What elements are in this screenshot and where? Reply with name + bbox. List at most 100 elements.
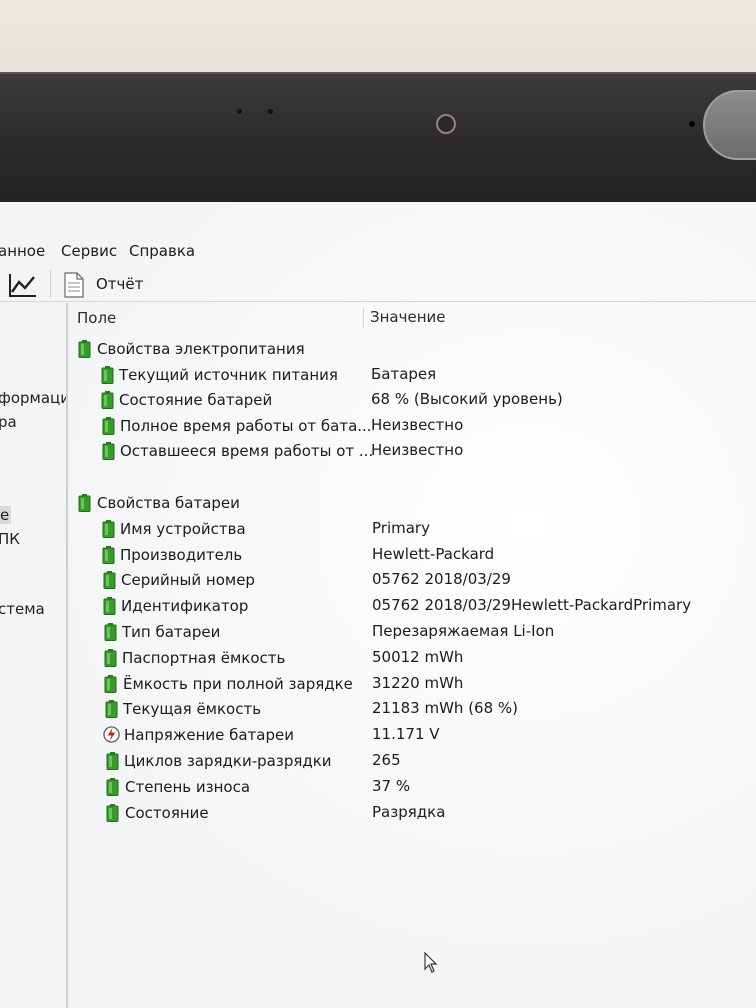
property-name: Производитель (120, 545, 243, 564)
group-title: Свойства электропитания (97, 340, 305, 358)
battery-icon (104, 674, 117, 693)
property-value: Неизвестно (371, 415, 464, 434)
group-header[interactable]: Свойства батареи (72, 491, 756, 515)
mouse-cursor-icon (424, 952, 438, 973)
property-value: 50012 mWh (372, 647, 464, 666)
column-value-header[interactable]: Значение (370, 308, 446, 326)
battery-icon (103, 571, 116, 590)
property-name: Имя устройства (120, 519, 246, 538)
property-value: Hewlett-Packard (372, 544, 495, 563)
toolbar-separator (50, 270, 51, 298)
battery-icon (101, 391, 114, 409)
nav-item-system[interactable]: стема (0, 600, 45, 618)
property-list: Поле Значение Свойства электропитания Тек… (72, 306, 756, 1006)
property-row[interactable]: Состояние Разрядка (72, 801, 756, 825)
property-row[interactable]: Оставшееся время работы от ... Неизвестно (72, 439, 756, 463)
document-icon (64, 272, 84, 298)
property-value: 21183 mWh (68 %) (372, 699, 519, 718)
nav-item-pc[interactable]: ПК (0, 530, 20, 548)
property-value: Перезаряжаемая Li-Ion (372, 622, 555, 640)
battery-icon (102, 416, 115, 435)
report-label: Отчёт (96, 275, 144, 293)
property-name: Состояние (125, 803, 209, 822)
battery-icon (106, 803, 119, 822)
property-name: Состояние батарей (119, 391, 273, 409)
battery-icon (106, 752, 119, 770)
property-name: Оставшееся время работы от ... (120, 442, 374, 460)
property-row[interactable]: Имя устройства Primary (72, 517, 756, 541)
property-value: 05762 2018/03/29Hewlett-PackardPrimary (372, 596, 692, 615)
camera-led (689, 121, 695, 127)
property-value: 37 % (372, 776, 411, 795)
property-value: Батарея (371, 364, 437, 383)
battery-icon (103, 597, 116, 616)
property-row[interactable]: Тип батареи Перезаряжаемая Li-Ion (72, 620, 756, 644)
property-value: Разрядка (372, 802, 446, 821)
battery-icon (102, 545, 115, 564)
microphone-hole (237, 109, 242, 114)
column-field-header[interactable]: Поле (77, 309, 116, 327)
toolbar: Отчёт (0, 266, 756, 302)
property-value: Primary (372, 518, 430, 537)
property-name: Серийный номер (121, 571, 255, 590)
property-name: Текущая ёмкость (123, 700, 262, 719)
battery-icon (104, 648, 117, 667)
chart-button[interactable] (4, 270, 40, 300)
battery-icon (78, 494, 91, 512)
laptop-bezel (0, 72, 756, 208)
property-name: Тип батареи (122, 623, 221, 641)
nav-item-information[interactable]: формаци (0, 389, 66, 407)
property-value: 68 % (Высокий уровень) (371, 390, 563, 408)
group-header[interactable]: Свойства электропитания (72, 337, 756, 361)
property-name: Напряжение батареи (124, 726, 294, 745)
microphone-hole (268, 109, 273, 114)
property-row[interactable]: Состояние батарей 68 % (Высокий уровень) (72, 388, 756, 412)
nav-item-partial[interactable]: ра (0, 413, 17, 431)
property-name: Ёмкость при полной зарядке (123, 674, 353, 693)
menu-item-service[interactable]: Сервис (61, 242, 117, 260)
property-row[interactable]: Степень износа 37 % (72, 775, 756, 799)
menu-bar: анное Сервис Справка (0, 240, 756, 264)
property-value: 11.171 V (372, 725, 440, 744)
battery-icon (104, 623, 117, 641)
property-row[interactable]: Циклов зарядки-разрядки 265 (72, 749, 756, 773)
property-value: 05762 2018/03/29 (372, 570, 511, 589)
property-row[interactable]: Текущий источник питания Батарея (72, 363, 756, 387)
battery-icon (102, 442, 115, 460)
property-value: 265 (372, 751, 401, 769)
property-name: Степень износа (125, 777, 251, 796)
property-row[interactable]: Серийный номер 05762 2018/03/29 (72, 568, 756, 592)
app-window: анное Сервис Справка Отчёт формаци ра е (0, 202, 756, 1008)
property-row[interactable]: Производитель Hewlett-Packard (72, 543, 756, 567)
property-name: Идентификатор (121, 597, 249, 616)
property-row[interactable]: Текущая ёмкость 21183 mWh (68 %) (72, 697, 756, 721)
property-name: Циклов зарядки-разрядки (124, 752, 332, 770)
privacy-shutter (703, 90, 756, 160)
property-value: 31220 mWh (372, 673, 464, 692)
property-value: Неизвестно (371, 441, 464, 459)
webcam (436, 114, 456, 134)
menu-item-favorites[interactable]: анное (0, 242, 45, 260)
battery-icon (106, 777, 119, 796)
nav-item-selected[interactable]: е (0, 506, 12, 524)
battery-icon (101, 365, 114, 384)
background-wall (0, 0, 756, 80)
property-name: Полное время работы от бата... (120, 416, 372, 435)
navigation-tree: формаци ра е ПК стема (0, 303, 68, 1008)
property-row[interactable]: Напряжение батареи 11.171 V (72, 723, 756, 747)
group-title: Свойства батареи (97, 494, 240, 512)
battery-icon (78, 340, 91, 358)
battery-icon (105, 700, 118, 719)
property-row[interactable]: Полное время работы от бата... Неизвестно (72, 414, 756, 438)
battery-icon (102, 519, 115, 538)
menu-item-help[interactable]: Справка (129, 242, 195, 260)
property-row[interactable]: Паспортная ёмкость 50012 mWh (72, 646, 756, 670)
column-divider[interactable] (363, 308, 364, 328)
property-row[interactable]: Идентификатор 05762 2018/03/29Hewlett-Pac… (72, 594, 756, 618)
column-header: Поле Значение (72, 306, 756, 330)
property-name: Паспортная ёмкость (122, 648, 286, 667)
property-row[interactable]: Ёмкость при полной зарядке 31220 mWh (72, 672, 756, 696)
line-chart-icon (9, 274, 36, 297)
property-name: Текущий источник питания (119, 365, 338, 384)
voltage-icon (103, 726, 120, 744)
